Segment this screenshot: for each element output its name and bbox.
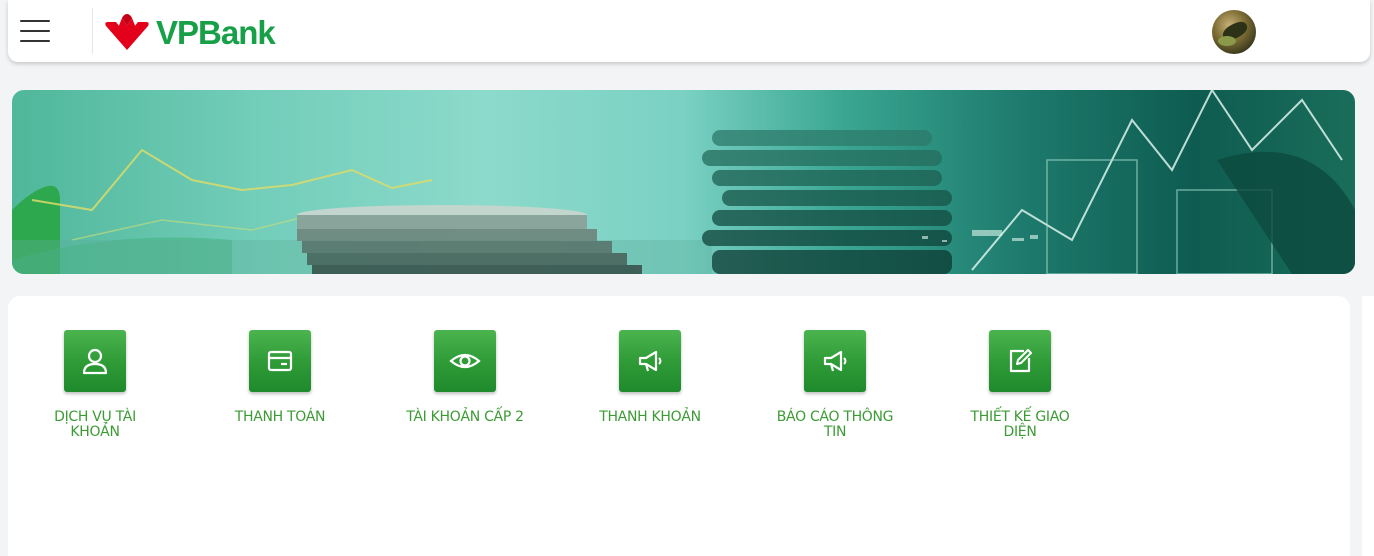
menu-item-bao-cao-thong-tin[interactable]: BÁO CÁO THÔNG TIN: [765, 330, 905, 440]
menu-item-tai-khoan-cap-2[interactable]: TÀI KHOẢN CẤP 2: [395, 330, 535, 425]
user-icon: [64, 330, 126, 392]
vpbank-logo-mark-icon: [105, 14, 149, 50]
menu-item-dich-vu-tai-khoan[interactable]: DỊCH VỤ TÀI KHOẢN: [25, 330, 165, 440]
hero-banner: [12, 90, 1355, 274]
menu-label: THIẾT KẾ GIAO DIỆN: [970, 409, 1070, 440]
top-header: VPBank: [8, 0, 1370, 62]
menu-item-thanh-toan[interactable]: THANH TOÁN: [210, 330, 350, 425]
user-avatar[interactable]: [1212, 10, 1256, 54]
menu-label: THANH TOÁN: [234, 409, 326, 425]
logo-text: VPBank: [156, 13, 276, 51]
card-icon: [249, 330, 311, 392]
menu-label: DỊCH VỤ TÀI KHOẢN: [54, 409, 136, 440]
header-divider: [92, 8, 93, 54]
right-panel-edge: [1362, 296, 1374, 556]
edit-icon: [989, 330, 1051, 392]
main-menu-card: DỊCH VỤ TÀI KHOẢN THANH TOÁN TÀI KHOẢN C…: [8, 296, 1350, 556]
banner-illustration: [12, 90, 1355, 274]
menu-label: TÀI KHOẢN CẤP 2: [406, 409, 524, 425]
hamburger-menu-icon[interactable]: [20, 20, 50, 42]
vpbank-logo[interactable]: VPBank: [100, 10, 276, 54]
menu-item-thiet-ke-giao-dien[interactable]: THIẾT KẾ GIAO DIỆN: [950, 330, 1090, 440]
menu-item-thanh-khoan[interactable]: THANH KHOẢN: [580, 330, 720, 425]
megaphone-icon: [804, 330, 866, 392]
menu-label: THANH KHOẢN: [599, 409, 701, 425]
menu-label: BÁO CÁO THÔNG TIN: [776, 409, 894, 440]
eye-icon: [434, 330, 496, 392]
megaphone-icon: [619, 330, 681, 392]
